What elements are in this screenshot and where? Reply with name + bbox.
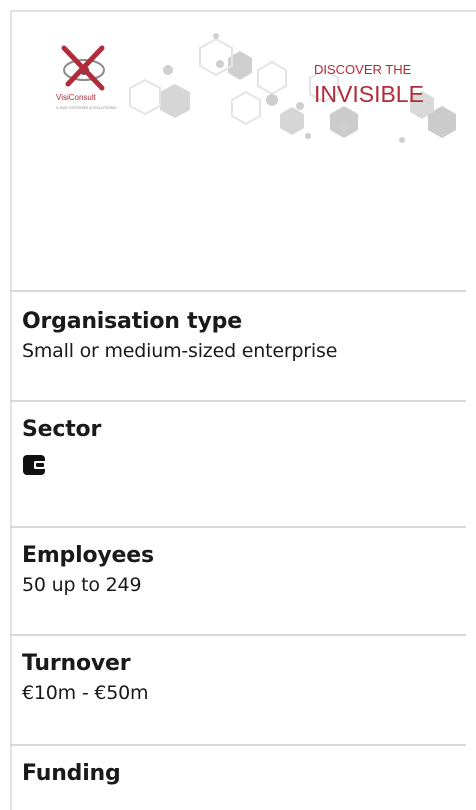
turnover-value: €10m - €50m — [22, 682, 149, 704]
brand-subtext: X-RAY SYSTEMS & SOLUTIONS — [56, 105, 116, 110]
divider — [10, 290, 466, 292]
employees-value: 50 up to 249 — [22, 574, 142, 596]
turnover-label: Turnover — [22, 651, 131, 676]
brand-mark — [61, 45, 105, 91]
turnover-field: Turnover €10m - €50m — [22, 650, 462, 706]
sector-field: Sector — [22, 416, 462, 478]
organisation-type-label: Organisation type — [22, 309, 242, 334]
tagline-line1: DISCOVER THE — [314, 62, 412, 77]
tagline-line2: INVISIBLE — [314, 81, 424, 107]
divider — [10, 744, 466, 746]
organisation-type-field: Organisation type Small or medium-sized … — [22, 308, 462, 364]
brand-text: VisiConsult — [56, 93, 97, 102]
funding-label: Funding — [22, 761, 121, 786]
company-logo-image: VisiConsult X-RAY SYSTEMS & SOLUTIONS DI… — [56, 33, 456, 143]
divider — [10, 526, 466, 528]
divider — [10, 634, 466, 636]
divider — [10, 400, 466, 402]
organisation-type-value: Small or medium-sized enterprise — [22, 340, 338, 362]
employees-field: Employees 50 up to 249 — [22, 542, 462, 598]
employees-label: Employees — [22, 543, 154, 568]
company-logo: VisiConsult X-RAY SYSTEMS & SOLUTIONS DI… — [10, 18, 466, 158]
sector-label: Sector — [22, 417, 102, 442]
wallet-icon — [23, 455, 46, 475]
funding-field: Funding — [22, 760, 462, 788]
